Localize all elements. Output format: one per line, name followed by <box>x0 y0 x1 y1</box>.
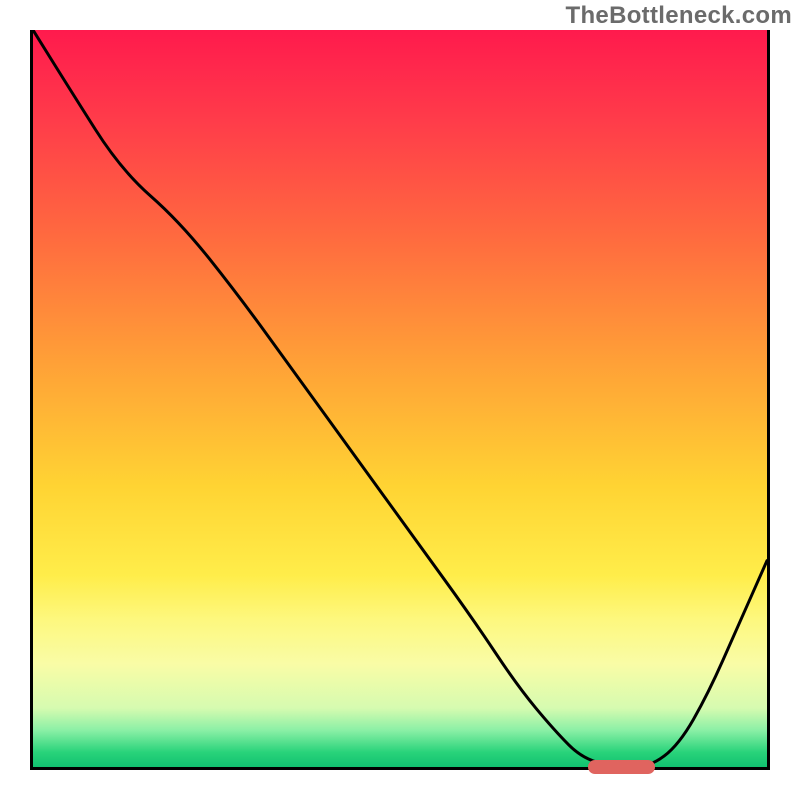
plot-area <box>30 30 770 770</box>
watermark-text: TheBottleneck.com <box>566 2 792 30</box>
chart-root: TheBottleneck.com <box>0 0 800 800</box>
bottleneck-curve <box>33 30 767 767</box>
optimal-marker <box>588 760 655 774</box>
